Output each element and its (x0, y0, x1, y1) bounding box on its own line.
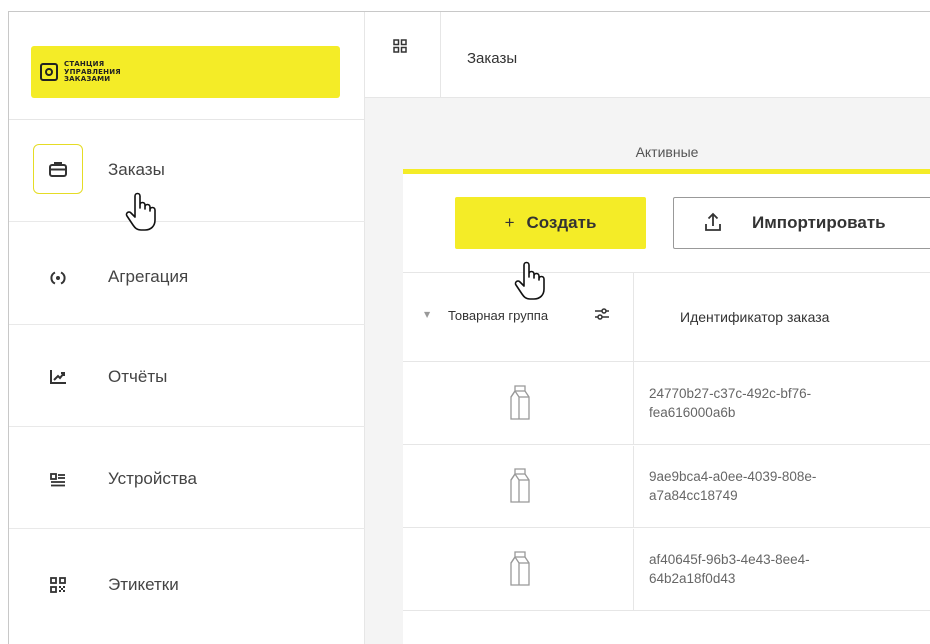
upload-icon (705, 212, 721, 231)
logo[interactable]: СТАНЦИЯ УПРАВЛЕНИЯ ЗАКАЗАМИ (31, 46, 340, 98)
orders-panel: + Создать Импортировать ▼ Товарная групп… (403, 174, 930, 644)
milk-carton-icon (510, 385, 530, 420)
order-id-line: a7a84cc18749 (649, 488, 738, 503)
sidebar-item-reports[interactable]: Отчёты (9, 325, 365, 427)
sidebar-item-label: Устройства (108, 469, 197, 488)
milk-carton-icon (510, 551, 530, 586)
sidebar-item-label: Отчёты (108, 367, 168, 386)
plus-icon: + (504, 213, 515, 232)
product-group-cell (403, 529, 634, 611)
column-header-label: Идентификатор заказа (680, 309, 830, 325)
create-button[interactable]: + Создать (455, 197, 646, 249)
order-id-line: 64b2a18f0d43 (649, 571, 736, 586)
column-header-label: Товарная группа (448, 308, 549, 323)
sidebar: СТАНЦИЯ УПРАВЛЕНИЯ ЗАКАЗАМИ Заказы Агрег… (9, 12, 365, 644)
logo-text: СТАНЦИЯ УПРАВЛЕНИЯ ЗАКАЗАМИ (64, 60, 121, 84)
order-id-line: fea616000a6b (649, 405, 736, 420)
devices-icon (33, 455, 83, 505)
column-header-order-id[interactable]: Идентификатор заказа (635, 273, 930, 363)
logo-icon (40, 63, 58, 81)
table-row[interactable]: af40645f-96b3-4e43-8ee4- 64b2a18f0d43 (403, 529, 930, 611)
chart-icon (33, 352, 83, 402)
order-id-cell: af40645f-96b3-4e43-8ee4- 64b2a18f0d43 (649, 550, 909, 588)
sidebar-item-orders[interactable]: Заказы (9, 120, 365, 222)
table-row[interactable]: 9ae9bca4-a0ee-4039-808e- a7a84cc18749 (403, 446, 930, 528)
milk-carton-icon (510, 468, 530, 503)
import-button[interactable]: Импортировать (673, 197, 930, 249)
header: Заказы (365, 12, 930, 98)
apps-menu-button[interactable] (365, 12, 441, 98)
aggregation-icon (33, 253, 83, 303)
sidebar-item-aggregation[interactable]: Агрегация (9, 223, 365, 325)
app-window: СТАНЦИЯ УПРАВЛЕНИЯ ЗАКАЗАМИ Заказы Агрег… (8, 11, 930, 644)
qr-icon (33, 560, 83, 610)
sort-icon[interactable]: ▼ (424, 310, 430, 319)
order-id-line: 9ae9bca4-a0ee-4039-808e- (649, 469, 817, 484)
hand-pointer-icon (514, 261, 545, 300)
product-group-cell (403, 446, 634, 528)
hand-pointer-icon (125, 192, 156, 231)
sidebar-item-devices[interactable]: Устройства (9, 427, 365, 529)
table-header: ▼ Товарная группа Идентификатор заказа (403, 272, 930, 363)
sidebar-item-label: Заказы (108, 160, 165, 179)
order-id-cell: 24770b27-c37c-492c-bf76- fea616000a6b (649, 384, 909, 422)
order-id-line: af40645f-96b3-4e43-8ee4- (649, 552, 810, 567)
filter-icon[interactable] (594, 307, 610, 321)
create-button-label: Создать (526, 213, 597, 232)
sidebar-item-label: Этикетки (108, 575, 179, 594)
order-id-line: 24770b27-c37c-492c-bf76- (649, 386, 812, 401)
grid-icon (393, 39, 407, 53)
import-button-label: Импортировать (752, 213, 886, 232)
briefcase-icon (33, 144, 83, 194)
main-content: Активные + Создать Импортировать ▼ Товар… (365, 98, 930, 644)
sidebar-item-label: Агрегация (108, 267, 189, 286)
sidebar-item-labels[interactable]: Этикетки (9, 529, 365, 631)
table-row[interactable]: 24770b27-c37c-492c-bf76- fea616000a6b (403, 363, 930, 445)
page-title: Заказы (467, 50, 518, 67)
order-id-cell: 9ae9bca4-a0ee-4039-808e- a7a84cc18749 (649, 467, 909, 505)
product-group-cell (403, 363, 634, 445)
logo-line-3: ЗАКАЗАМИ (64, 75, 111, 83)
